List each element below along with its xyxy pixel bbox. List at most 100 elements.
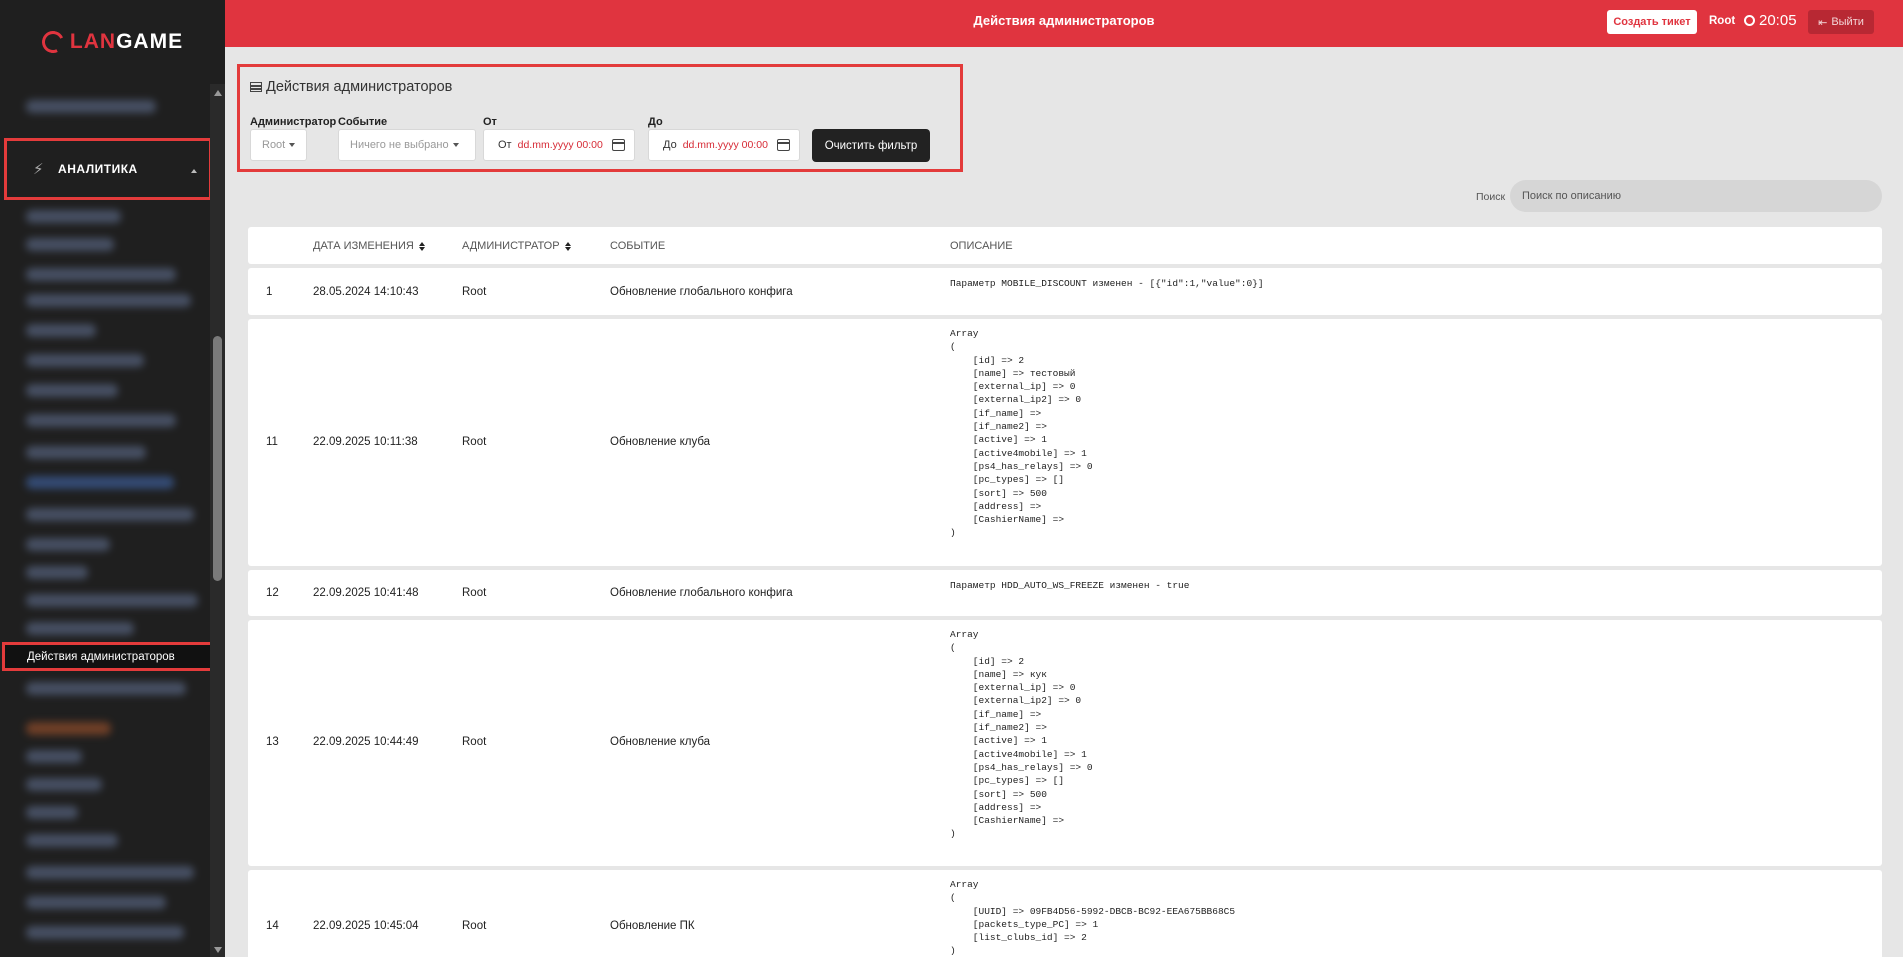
from-date-input[interactable]: От dd.mm.yyyy 00:00 <box>483 129 635 161</box>
sort-icon <box>418 241 425 251</box>
row-number: 1 <box>266 286 273 298</box>
row-admin: Root <box>462 286 487 298</box>
event-select-placeholder: Ничего не выбрано <box>350 139 449 151</box>
lightning-icon: ⚡ <box>33 161 45 178</box>
logout-icon: ⇤ <box>1818 16 1828 29</box>
sidebar-item-label: АНАЛИТИКА <box>58 162 138 176</box>
blurred-menu-item[interactable] <box>26 750 82 763</box>
row-date: 22.09.2025 10:41:48 <box>313 587 419 599</box>
calendar-icon[interactable] <box>777 139 790 151</box>
blurred-menu-item[interactable] <box>26 806 78 819</box>
filter-panel: Действия администраторов Администратор R… <box>237 64 963 172</box>
scrollbar-thumb[interactable] <box>213 336 222 581</box>
caret-down-icon <box>289 143 296 147</box>
blurred-menu-item[interactable] <box>26 508 194 521</box>
to-placeholder: dd.mm.yyyy 00:00 <box>682 139 768 151</box>
calendar-icon[interactable] <box>612 139 625 151</box>
table-row: 11 22.09.2025 10:11:38 Root Обновление к… <box>248 319 1882 566</box>
column-header-description: Описание <box>950 240 1013 252</box>
logo-prefix: LAN <box>69 30 117 53</box>
table-row: 13 22.09.2025 10:44:49 Root Обновление к… <box>248 620 1882 866</box>
blurred-menu-item[interactable] <box>26 354 144 367</box>
admin-select[interactable]: Root <box>250 129 307 161</box>
sidebar: LANGAME ⚡ АНАЛИТИКА Действия администрат… <box>0 0 225 957</box>
row-event: Обновление клуба <box>610 436 711 448</box>
row-admin: Root <box>462 587 487 599</box>
blurred-menu-item[interactable] <box>26 294 191 307</box>
row-number: 14 <box>266 920 279 932</box>
logo-suffix: GAME <box>116 30 184 53</box>
row-description: Параметр HDD_AUTO_WS_FREEZE изменен - tr… <box>950 580 1190 591</box>
event-filter-label: Событие <box>338 116 388 128</box>
event-select[interactable]: Ничего не выбрано <box>338 129 476 161</box>
to-prefix: До <box>663 139 677 151</box>
blurred-menu-item[interactable] <box>26 238 114 251</box>
top-header: Действия администраторов Создать тикет R… <box>225 0 1903 47</box>
column-header-event: Событие <box>610 240 666 252</box>
blurred-menu-item[interactable] <box>26 268 176 281</box>
blurred-menu-item[interactable] <box>26 926 184 939</box>
to-filter-label: До <box>648 116 663 128</box>
langame-logo-icon <box>38 27 68 57</box>
from-placeholder: dd.mm.yyyy 00:00 <box>517 139 603 151</box>
row-date: 28.05.2024 14:10:43 <box>313 286 419 298</box>
row-description: Параметр MOBILE_DISCOUNT изменен - [{"id… <box>950 278 1264 289</box>
blurred-menu-item[interactable] <box>26 446 146 459</box>
blurred-menu-item[interactable] <box>26 866 194 879</box>
caret-down-icon <box>452 143 459 147</box>
row-date: 22.09.2025 10:44:49 <box>313 736 419 748</box>
blurred-menu-item[interactable] <box>26 210 121 223</box>
logout-label: Выйти <box>1831 16 1864 28</box>
blurred-menu-item[interactable] <box>26 538 110 551</box>
sidebar-item-analytics[interactable]: ⚡ АНАЛИТИКА <box>4 138 212 200</box>
panel-title-text: Действия администраторов <box>266 79 453 95</box>
column-header-admin[interactable]: Администратор <box>462 240 571 252</box>
table-header: Дата изменения Администратор Событие Опи… <box>248 227 1882 264</box>
blurred-menu-item[interactable] <box>26 384 118 397</box>
blurred-menu-item[interactable] <box>26 476 174 489</box>
logout-button[interactable]: ⇤ Выйти <box>1808 10 1874 34</box>
row-event: Обновление глобального конфига <box>610 286 793 298</box>
blurred-menu-item[interactable] <box>26 566 88 579</box>
row-number: 13 <box>266 736 279 748</box>
row-date: 22.09.2025 10:11:38 <box>313 436 418 448</box>
blurred-menu-item[interactable] <box>26 896 166 909</box>
clock-icon <box>1744 15 1755 26</box>
scroll-down-arrow-icon[interactable] <box>214 947 222 953</box>
row-admin: Root <box>462 436 487 448</box>
table-row: 1 28.05.2024 14:10:43 Root Обновление гл… <box>248 268 1882 315</box>
blurred-menu-item[interactable] <box>26 100 156 113</box>
blurred-menu-item[interactable] <box>26 622 134 635</box>
row-number: 12 <box>266 587 279 599</box>
blurred-menu-item[interactable] <box>26 414 176 427</box>
blurred-menu-item[interactable] <box>26 834 118 847</box>
sidebar-item-admin-actions[interactable]: Действия администраторов <box>2 642 214 671</box>
admin-filter-label: Администратор <box>250 116 337 128</box>
create-ticket-button[interactable]: Создать тикет <box>1607 10 1697 34</box>
blurred-menu-item[interactable] <box>26 324 96 337</box>
blurred-menu-item[interactable] <box>26 778 102 791</box>
from-prefix: От <box>498 139 512 151</box>
blurred-menu-item[interactable] <box>26 722 111 735</box>
sidebar-scrollbar[interactable] <box>210 84 225 957</box>
logo[interactable]: LANGAME <box>0 0 225 84</box>
sort-icon <box>564 241 571 251</box>
row-admin: Root <box>462 920 487 932</box>
to-date-input[interactable]: До dd.mm.yyyy 00:00 <box>648 129 800 161</box>
clock: 20:05 <box>1744 12 1797 29</box>
search-input[interactable] <box>1510 180 1882 212</box>
clock-time: 20:05 <box>1759 12 1797 29</box>
table-row: 14 22.09.2025 10:45:04 Root Обновление П… <box>248 870 1882 957</box>
scroll-up-arrow-icon[interactable] <box>214 90 222 96</box>
blurred-menu-item[interactable] <box>26 682 186 695</box>
column-header-date[interactable]: Дата изменения <box>313 240 425 252</box>
table-icon <box>250 82 262 92</box>
sidebar-item-label: Действия администраторов <box>27 650 175 663</box>
row-event: Обновление ПК <box>610 920 695 932</box>
search-label: Поиск <box>1476 191 1506 203</box>
table-row: 12 22.09.2025 10:41:48 Root Обновление г… <box>248 570 1882 616</box>
row-description: Array ( [id] => 2 [name] => кук [externa… <box>950 629 1093 840</box>
blurred-menu-item[interactable] <box>26 594 198 607</box>
clear-filter-button[interactable]: Очистить фильтр <box>812 129 930 162</box>
current-user: Root <box>1709 15 1736 27</box>
